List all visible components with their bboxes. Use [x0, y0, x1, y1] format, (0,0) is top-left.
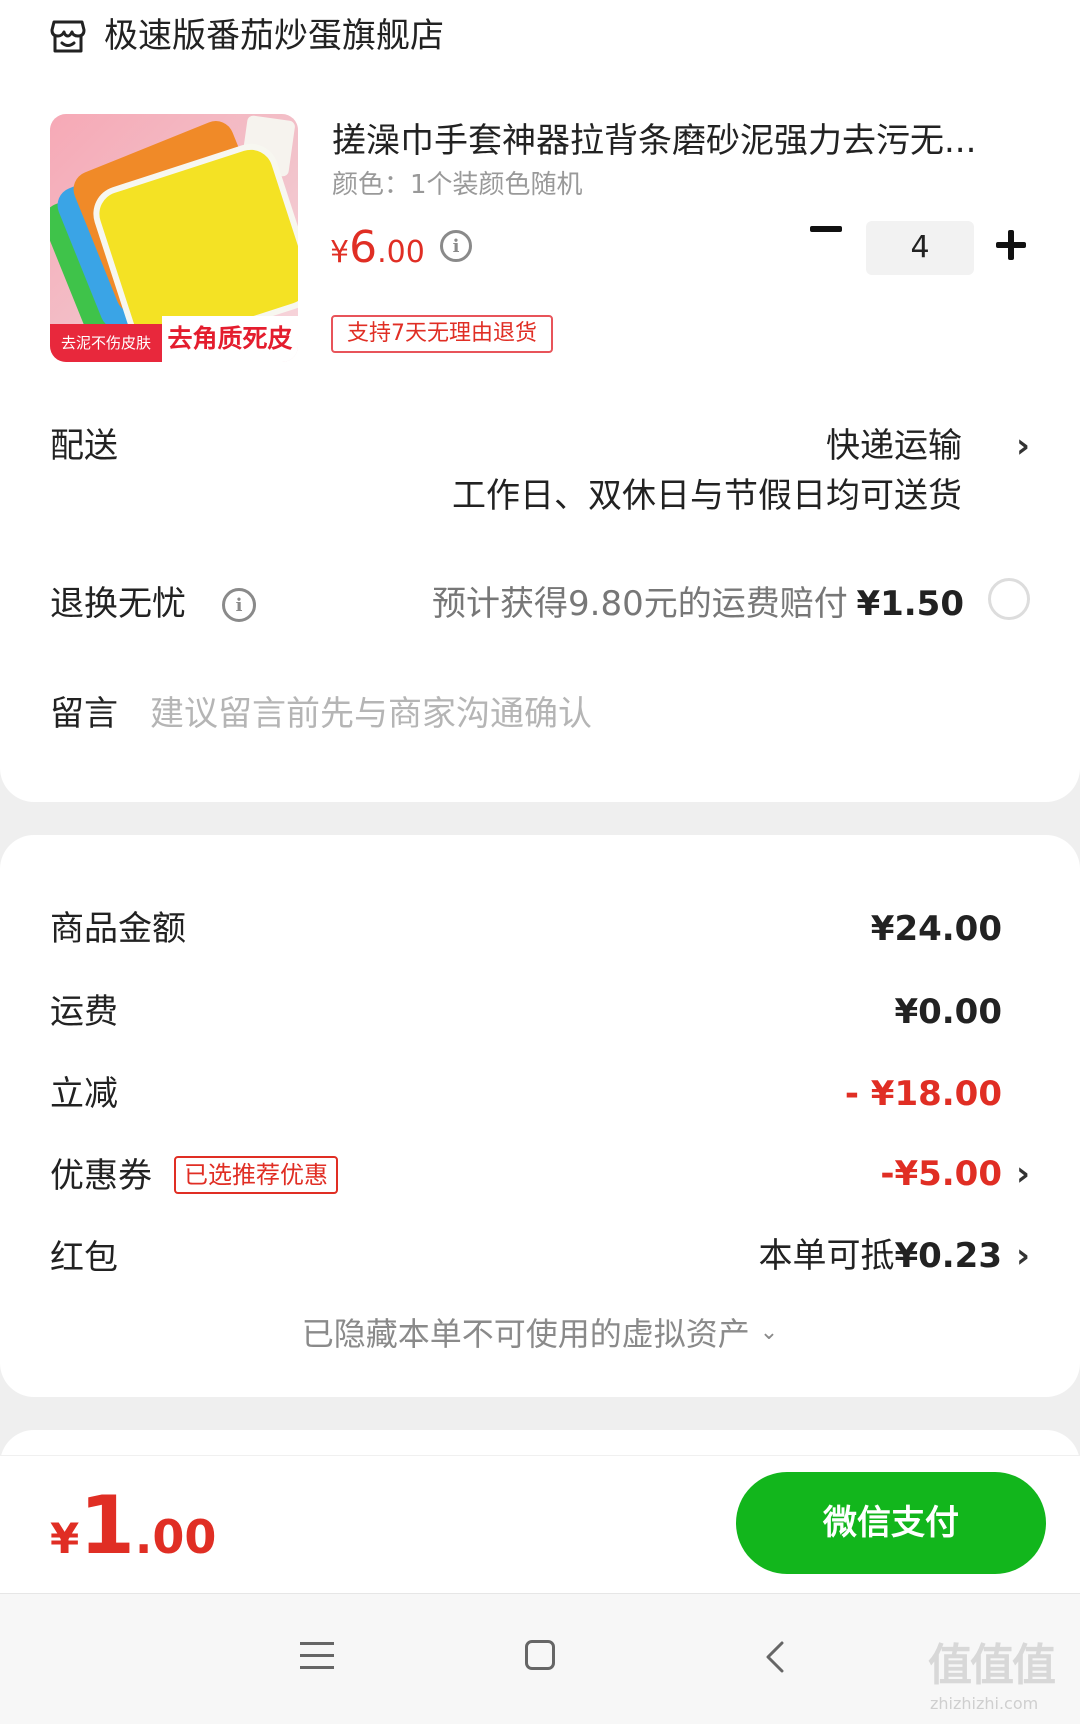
- minus-icon: [810, 226, 842, 232]
- return-policy-tag: 支持7天无理由退货: [331, 315, 553, 353]
- info-icon[interactable]: i: [222, 588, 256, 622]
- goods-amount-label: 商品金额: [50, 909, 186, 949]
- return-insurance-label: 退换无忧: [50, 584, 186, 624]
- shipping-method[interactable]: 快递运输: [826, 422, 962, 470]
- quantity-value[interactable]: 4: [866, 221, 974, 275]
- red-packet-value[interactable]: 本单可抵¥0.23: [758, 1232, 1002, 1280]
- product-image[interactable]: 去泥不伤皮肤 去角质死皮: [50, 114, 298, 362]
- total-decimal: .00: [134, 1510, 217, 1564]
- freight-value: ¥0.00: [894, 992, 1002, 1032]
- hidden-assets-toggle[interactable]: 已隐藏本单不可使用的虚拟资产 ⌄: [0, 1310, 1080, 1363]
- watermark-url: zhizhizhi.com: [930, 1694, 1039, 1713]
- image-caption-left: 去泥不伤皮肤: [50, 324, 162, 362]
- return-insurance-price: ¥1.50: [856, 584, 964, 624]
- coupon-label: 优惠券: [50, 1156, 152, 1196]
- menu-icon[interactable]: [300, 1642, 334, 1670]
- red-packet-amount: ¥0.23: [894, 1236, 1002, 1276]
- shipping-label: 配送: [50, 426, 118, 466]
- chevron-right-icon[interactable]: ›: [1016, 1150, 1030, 1198]
- quantity-increase-button[interactable]: [996, 230, 1026, 260]
- red-packet-prefix: 本单可抵: [758, 1236, 895, 1276]
- price-integer: 6: [349, 222, 378, 273]
- return-insurance-description: 预计获得9.80元的运费赔付: [432, 584, 848, 624]
- store-name[interactable]: 极速版番茄炒蛋旗舰店: [104, 12, 444, 60]
- goods-amount-value: ¥24.00: [870, 909, 1002, 949]
- product-variant[interactable]: 颜色：1个装颜色随机: [332, 167, 583, 203]
- freight-label: 运费: [50, 992, 118, 1032]
- wechat-pay-button[interactable]: 微信支付: [736, 1472, 1046, 1574]
- store-icon: [50, 20, 86, 53]
- shipping-description: 工作日、双休日与节假日均可送货: [452, 476, 962, 516]
- back-icon[interactable]: [760, 1640, 790, 1674]
- total-price: ¥1.00: [50, 1478, 216, 1596]
- product-title[interactable]: 搓澡巾手套神器拉背条磨砂泥强力去污无...: [332, 117, 1022, 165]
- hidden-assets-text: 已隐藏本单不可使用的虚拟资产: [301, 1315, 750, 1353]
- coupon-tag: 已选推荐优惠: [174, 1156, 338, 1194]
- chevron-right-icon[interactable]: ›: [1016, 422, 1030, 470]
- message-input[interactable]: [150, 686, 1010, 742]
- chevron-down-icon: ⌄: [759, 1320, 779, 1345]
- price-info-icon[interactable]: i: [440, 230, 472, 262]
- total-currency: ¥: [50, 1514, 80, 1563]
- price-decimal: .00: [377, 235, 425, 270]
- message-label: 留言: [50, 694, 118, 734]
- total-integer: 1: [79, 1479, 135, 1572]
- watermark-logo: 值值值: [928, 1640, 1056, 1691]
- home-icon[interactable]: [525, 1640, 555, 1670]
- price-currency: ¥: [330, 235, 350, 270]
- red-packet-label: 红包: [50, 1238, 118, 1278]
- image-caption-right: 去角质死皮: [162, 316, 298, 362]
- product-price: ¥6.00: [330, 220, 425, 285]
- discount-label: 立减: [50, 1074, 118, 1114]
- chevron-right-icon[interactable]: ›: [1016, 1232, 1030, 1280]
- coupon-value[interactable]: -¥5.00: [880, 1150, 1002, 1198]
- discount-value: - ¥18.00: [844, 1074, 1002, 1114]
- return-insurance-radio[interactable]: [988, 578, 1030, 620]
